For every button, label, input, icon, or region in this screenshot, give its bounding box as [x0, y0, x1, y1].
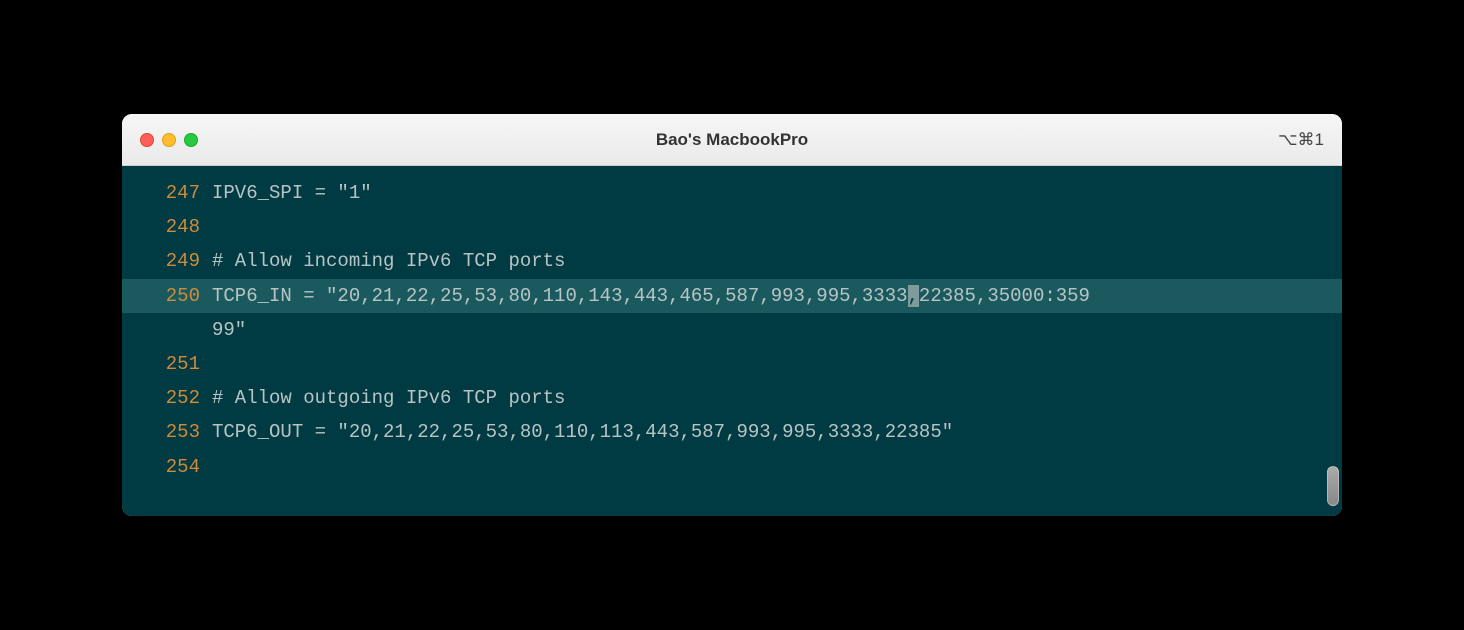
- code-line: 253 TCP6_OUT = "20,21,22,25,53,80,110,11…: [122, 415, 1342, 449]
- line-number: 248: [122, 210, 212, 244]
- code-line: 247 IPV6_SPI = "1": [122, 176, 1342, 210]
- tab-shortcut: ⌥⌘1: [1278, 130, 1324, 150]
- line-number: 253: [122, 415, 212, 449]
- titlebar[interactable]: Bao's MacbookPro ⌥⌘1: [122, 114, 1342, 166]
- code-text[interactable]: # Allow outgoing IPv6 TCP ports: [212, 381, 1327, 415]
- code-line: 254: [122, 450, 1342, 484]
- code-segment: 22385,35000:359: [919, 285, 1090, 307]
- code-line: 249 # Allow incoming IPv6 TCP ports: [122, 244, 1342, 278]
- close-icon[interactable]: [140, 133, 154, 147]
- code-line: 248: [122, 210, 1342, 244]
- line-number: 252: [122, 381, 212, 415]
- terminal-window: Bao's MacbookPro ⌥⌘1 247 IPV6_SPI = "1" …: [122, 114, 1342, 516]
- code-segment: TCP6_IN = "20,21,22,25,53,80,110,143,443…: [212, 285, 908, 307]
- code-line-highlighted: 250 TCP6_IN = "20,21,22,25,53,80,110,143…: [122, 279, 1342, 313]
- line-number: 250: [122, 279, 212, 313]
- code-line: 252 # Allow outgoing IPv6 TCP ports: [122, 381, 1342, 415]
- cursor: ,: [908, 285, 919, 307]
- code-line-continuation: 000 99": [122, 313, 1342, 347]
- code-text[interactable]: [212, 347, 1327, 381]
- code-text[interactable]: [212, 450, 1327, 484]
- scrollbar-thumb[interactable]: [1327, 466, 1339, 506]
- window-title: Bao's MacbookPro: [656, 130, 808, 150]
- line-number: 254: [122, 450, 212, 484]
- terminal-body[interactable]: 247 IPV6_SPI = "1" 248 249 # Allow incom…: [122, 166, 1342, 516]
- minimize-icon[interactable]: [162, 133, 176, 147]
- code-text[interactable]: 99": [212, 313, 1327, 347]
- line-number: 247: [122, 176, 212, 210]
- code-text[interactable]: IPV6_SPI = "1": [212, 176, 1327, 210]
- code-text[interactable]: # Allow incoming IPv6 TCP ports: [212, 244, 1327, 278]
- traffic-lights: [140, 133, 198, 147]
- code-line: 251: [122, 347, 1342, 381]
- code-text[interactable]: TCP6_IN = "20,21,22,25,53,80,110,143,443…: [212, 279, 1327, 313]
- maximize-icon[interactable]: [184, 133, 198, 147]
- line-number: 249: [122, 244, 212, 278]
- line-number: 251: [122, 347, 212, 381]
- code-text[interactable]: [212, 210, 1327, 244]
- code-text[interactable]: TCP6_OUT = "20,21,22,25,53,80,110,113,44…: [212, 415, 1327, 449]
